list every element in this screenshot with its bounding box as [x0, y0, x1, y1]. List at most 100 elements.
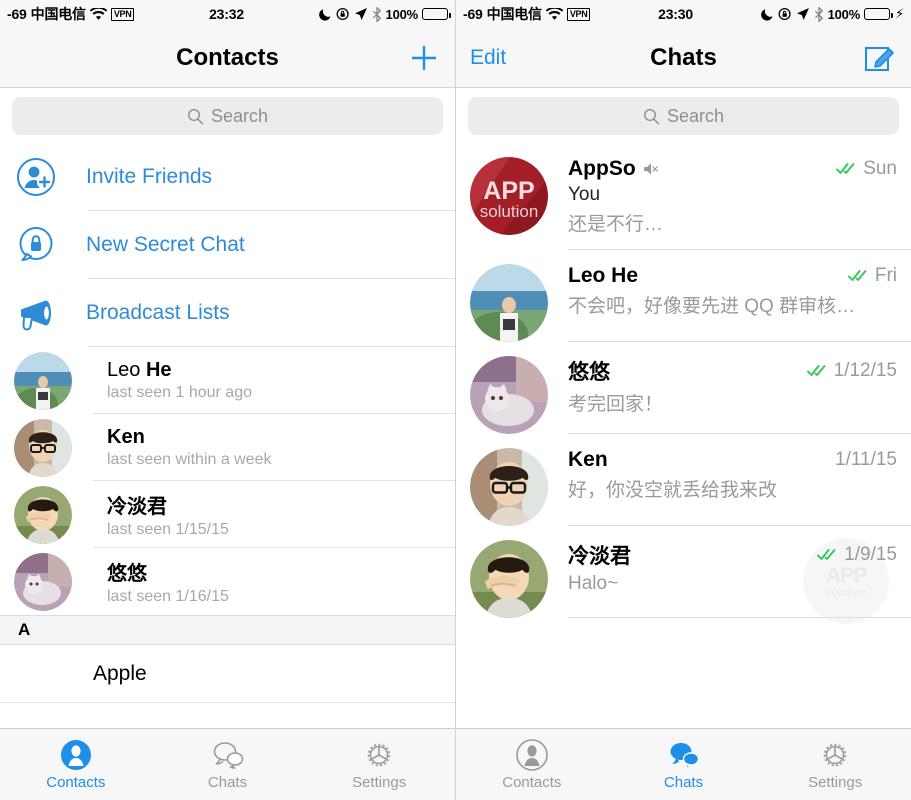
action-new-secret-chat[interactable]: New Secret Chat: [0, 211, 455, 279]
location-arrow-icon: [354, 7, 368, 21]
action-label: New Secret Chat: [86, 233, 245, 256]
chat-meta: Sun: [828, 158, 897, 180]
chats-list[interactable]: APP solution APP solution AppSo Sun You …: [456, 143, 911, 728]
contacts-list[interactable]: Invite Friends New Secret Chat Broadcast…: [0, 143, 455, 728]
action-label: Invite Friends: [86, 165, 213, 188]
chat-row[interactable]: Ken 1/11/15 好，你没空就丢给我来改: [456, 434, 911, 526]
search-icon: [187, 108, 204, 125]
contact-status: last seen within a week: [107, 451, 272, 468]
contact-name: Apple: [93, 662, 147, 685]
contact-name: Leo He: [107, 359, 172, 381]
contact-row[interactable]: Ken last seen within a week: [0, 414, 455, 481]
chat-row[interactable]: 冷淡君 1/9/15 Halo~: [456, 526, 911, 618]
search-input[interactable]: Search: [12, 97, 443, 135]
contact-name: 悠悠: [107, 563, 147, 585]
search-icon: [643, 108, 660, 125]
read-receipt-icon: [847, 269, 870, 283]
moon-icon: [318, 7, 332, 21]
svg-text:APP: APP: [483, 177, 534, 205]
location-arrow-icon: [796, 7, 810, 21]
compose-button[interactable]: [863, 41, 897, 75]
contact-row[interactable]: Leo He last seen 1 hour ago: [0, 347, 455, 414]
gear-icon: [819, 739, 851, 771]
mute-icon: [643, 162, 659, 176]
moon-icon: [760, 7, 774, 21]
chat-name: AppSo: [568, 157, 636, 180]
signal-strength: -69: [7, 6, 27, 22]
search-placeholder: Search: [666, 105, 725, 126]
chat-name: Leo He: [568, 264, 639, 287]
battery-percent: 100%: [385, 6, 419, 22]
carrier-name: 中国电信: [30, 6, 86, 22]
chat-time: Fri: [874, 265, 897, 286]
contact-name: 冷淡君: [107, 496, 167, 518]
tab-contacts[interactable]: Contacts: [456, 729, 608, 800]
add-person-icon: [14, 155, 58, 199]
chat-meta: 1/12/15: [799, 360, 897, 382]
battery-icon: [422, 8, 451, 20]
chat-meta: 1/11/15: [827, 449, 897, 471]
tab-settings[interactable]: Settings: [303, 729, 455, 800]
chat-message: 好，你没空就丢给我来改: [568, 480, 778, 501]
search-input[interactable]: Search: [468, 97, 899, 135]
chat-time: Sun: [863, 158, 897, 179]
clock: 23:30: [658, 6, 693, 22]
contact-name: Ken: [107, 426, 145, 448]
avatar: [470, 356, 548, 434]
bluetooth-icon: [372, 6, 382, 22]
avatar: [14, 552, 72, 611]
contact-status: last seen 1/16/15: [107, 588, 229, 605]
tab-label: Chats: [663, 773, 704, 791]
contact-row[interactable]: 冷淡君 last seen 1/15/15: [0, 481, 455, 548]
charging-bolt-icon: ⚡: [895, 6, 904, 21]
contact-row[interactable]: 悠悠 last seen 1/16/15: [0, 548, 455, 615]
tab-contacts[interactable]: Contacts: [0, 729, 152, 800]
tab-settings[interactable]: Settings: [759, 729, 911, 800]
avatar: [470, 448, 548, 526]
chat-name: 悠悠: [568, 361, 610, 384]
rotation-lock-icon: [336, 7, 350, 21]
tab-chats[interactable]: Chats: [608, 729, 760, 800]
search-placeholder: Search: [210, 105, 269, 126]
read-receipt-icon: [806, 364, 829, 378]
avatar: [14, 351, 72, 410]
avatar: APP solution: [470, 157, 548, 235]
person-icon: [516, 738, 548, 771]
chat-name: 冷淡君: [568, 545, 631, 568]
clock: 23:32: [209, 6, 244, 22]
nav-bar: Edit Chats: [456, 28, 911, 88]
section-header: A: [0, 615, 455, 645]
chat-row[interactable]: APP solution AppSo Sun You 还是不行…: [456, 143, 911, 250]
tab-label: Contacts: [502, 773, 562, 791]
chat-message: 还是不行…: [568, 214, 664, 235]
chat-row[interactable]: 悠悠 1/12/15 考完回家！: [456, 342, 911, 434]
contacts-screen: -69 中国电信 VPN 23:32 100% Contacts Search …: [0, 0, 455, 800]
chat-time: 1/11/15: [835, 449, 897, 470]
vpn-badge: VPN: [110, 7, 135, 21]
tab-chats[interactable]: Chats: [152, 729, 304, 800]
nav-bar: Contacts: [0, 28, 455, 88]
chat-message: 考完回家！: [568, 394, 664, 415]
action-broadcast-lists[interactable]: Broadcast Lists: [0, 279, 455, 347]
chat-meta: 1/9/15: [809, 544, 897, 566]
avatar: [470, 540, 548, 618]
add-icon: [407, 41, 441, 75]
gear-icon: [363, 739, 395, 771]
tab-label: Chats: [207, 773, 248, 791]
chat-row[interactable]: Leo He Fri 不会吧，好像要先进 QQ 群审核…: [456, 250, 911, 342]
edit-button[interactable]: Edit: [470, 46, 506, 70]
read-receipt-icon: [817, 548, 839, 562]
chat-message: 不会吧，好像要先进 QQ 群审核…: [568, 296, 856, 317]
add-contact-button[interactable]: [407, 41, 441, 75]
tab-label: Settings: [808, 773, 863, 791]
action-invite-friends[interactable]: Invite Friends: [0, 143, 455, 211]
tab-label: Contacts: [46, 773, 106, 791]
chat-time: 1/12/15: [833, 360, 897, 381]
page-title: Contacts: [176, 43, 279, 71]
contact-row-apple[interactable]: Apple: [0, 645, 455, 703]
contact-status: last seen 1 hour ago: [107, 384, 252, 401]
chat-sender: You: [568, 184, 601, 205]
megaphone-icon: [14, 291, 58, 335]
status-bar: -69 中国电信 VPN 23:32 100%: [0, 0, 455, 28]
dual-screenshot: -69 中国电信 VPN 23:32 100% Contacts Search …: [0, 0, 911, 800]
